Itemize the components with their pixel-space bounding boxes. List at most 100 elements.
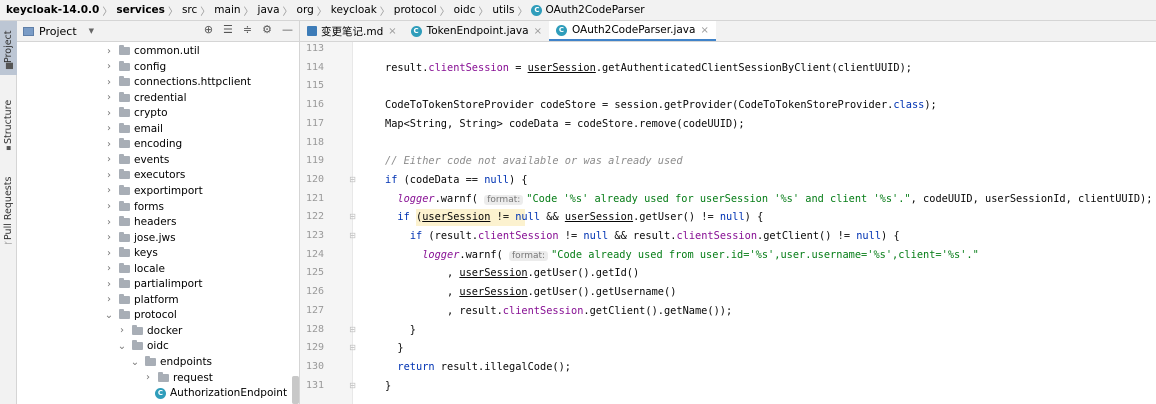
chevron-right-icon[interactable]: › [104, 46, 114, 57]
tree-item[interactable]: › request [17, 370, 213, 386]
tree-item-label: oidc [147, 340, 169, 353]
chevron-down-icon[interactable]: ⌄ [104, 310, 114, 321]
side-tab-structure[interactable]: ▪ Structure [0, 85, 17, 159]
chevron-right-icon[interactable]: › [104, 232, 114, 243]
tree-item[interactable]: › connections.httpclient [17, 74, 251, 90]
tree-item[interactable]: › jose.jws [17, 230, 176, 246]
chevron-right-icon[interactable]: › [143, 372, 153, 383]
close-icon[interactable]: × [700, 25, 708, 36]
structure-icon: ▪ [4, 144, 13, 153]
chevron-right-icon[interactable]: › [104, 217, 114, 228]
close-icon[interactable]: × [534, 26, 542, 37]
chevron-right-icon[interactable]: › [104, 77, 114, 88]
close-icon[interactable]: × [388, 26, 396, 37]
tree-scrollbar[interactable] [292, 376, 299, 404]
tree-item[interactable]: › keys [17, 245, 158, 261]
tree-item[interactable]: › locale [17, 261, 165, 277]
side-tab-structure-label: Structure [3, 99, 14, 144]
chevron-right-icon[interactable]: › [104, 201, 114, 212]
breadcrumb-item[interactable]: utils [492, 4, 514, 16]
breadcrumb-item[interactable]: src [182, 4, 197, 16]
tree-item[interactable]: › events [17, 152, 169, 168]
locate-icon[interactable]: ⊕ [204, 23, 213, 36]
tree-item[interactable]: C AuthorizationEndpoint [17, 385, 287, 401]
line-number: 121 [305, 192, 324, 204]
breadcrumb-item[interactable]: java [258, 4, 280, 16]
collapse-all-icon[interactable]: ≑ [243, 23, 252, 36]
tree-item[interactable]: › email [17, 121, 163, 137]
chevron-right-icon[interactable]: › [117, 325, 127, 336]
fold-marker-icon[interactable]: ⊟ [348, 208, 357, 227]
tool-window-header: Project ▼ ⊕ ☰ ≑ ⚙ — [17, 21, 299, 42]
chevron-right-icon[interactable]: › [104, 248, 114, 259]
tree-item[interactable]: › partialimport [17, 276, 202, 292]
tree-item[interactable]: ⌄ protocol [17, 307, 177, 323]
editor-tab-label: TokenEndpoint.java [426, 25, 529, 37]
fold-marker-icon[interactable]: ⊟ [348, 171, 357, 190]
tree-item[interactable]: › platform [17, 292, 179, 308]
breadcrumb-separator-icon: 〉 [517, 6, 528, 18]
breadcrumb-label: keycloak-14.0.0 [6, 4, 100, 16]
side-tab-project[interactable]: ▆ Project [0, 21, 17, 75]
tree-item[interactable]: › credential [17, 90, 187, 106]
breadcrumb-item[interactable]: services [116, 4, 165, 16]
side-tab-pull-requests[interactable]: ᚴ Pull Requests [0, 161, 17, 251]
expand-all-icon[interactable]: ☰ [223, 23, 233, 36]
hide-icon[interactable]: — [282, 23, 293, 36]
breadcrumb-label: oidc [453, 4, 476, 16]
chevron-right-icon[interactable]: › [104, 123, 114, 134]
fold-marker-icon[interactable]: ⊟ [348, 377, 357, 396]
breadcrumb-label: services [116, 4, 165, 16]
chevron-right-icon[interactable]: › [104, 61, 114, 72]
chevron-right-icon[interactable]: › [104, 92, 114, 103]
tree-item[interactable]: ⌄ endpoints [17, 354, 212, 370]
editor-tab[interactable]: C OAuth2CodeParser.java × [548, 21, 716, 41]
folder-icon [119, 76, 130, 87]
breadcrumb-item[interactable]: keycloak-14.0.0 [6, 4, 99, 16]
breadcrumb-item[interactable]: org [297, 4, 314, 16]
tree-item-label: jose.jws [134, 231, 176, 244]
side-tab-pull-requests-label: Pull Requests [3, 176, 14, 241]
project-view-selector[interactable]: Project ▼ [23, 25, 94, 38]
tree-item[interactable]: › docker [17, 323, 182, 339]
fold-marker-icon[interactable]: ⊟ [348, 227, 357, 246]
tree-item[interactable]: ⌄ oidc [17, 338, 169, 354]
tree-item[interactable]: › encoding [17, 136, 182, 152]
chevron-right-icon[interactable]: › [104, 139, 114, 150]
chevron-right-icon[interactable]: › [104, 170, 114, 181]
line-number: 122 [305, 211, 324, 223]
tree-item[interactable]: › common.util [17, 43, 200, 59]
chevron-right-icon[interactable]: › [104, 279, 114, 290]
tree-item[interactable]: › crypto [17, 105, 168, 121]
folder-icon [119, 216, 130, 227]
editor-tab[interactable]: 变更笔记.md × [300, 21, 404, 41]
chevron-down-icon[interactable]: ⌄ [117, 341, 127, 352]
editor-tab[interactable]: C TokenEndpoint.java × [404, 21, 549, 41]
breadcrumb-item[interactable]: C OAuth2CodeParser [531, 4, 645, 16]
line-number: 129 [305, 342, 324, 354]
tree-item[interactable]: › executors [17, 167, 185, 183]
breadcrumb-label: OAuth2CodeParser [545, 4, 645, 16]
breadcrumb-item[interactable]: protocol [394, 4, 437, 16]
breadcrumb-item[interactable]: keycloak [331, 4, 377, 16]
tree-item-label: credential [134, 91, 187, 104]
fold-marker-icon[interactable]: ⊟ [348, 339, 357, 358]
tree-item[interactable]: › exportimport [17, 183, 203, 199]
folder-icon [145, 356, 156, 366]
folder-icon [119, 60, 130, 71]
gear-icon[interactable]: ⚙ [262, 23, 272, 36]
chevron-right-icon[interactable]: › [104, 108, 114, 119]
chevron-down-icon[interactable]: ⌄ [130, 357, 140, 368]
fold-marker-icon[interactable]: ⊟ [348, 321, 357, 340]
tree-item[interactable]: › forms [17, 199, 164, 215]
breadcrumb-item[interactable]: main [214, 4, 240, 16]
class-icon: C [155, 387, 166, 399]
tree-item[interactable]: › headers [17, 214, 176, 230]
chevron-right-icon[interactable]: › [104, 185, 114, 196]
code-editor[interactable]: 113 114 result.clientSession = userSession… [300, 42, 1156, 404]
chevron-right-icon[interactable]: › [104, 294, 114, 305]
chevron-right-icon[interactable]: › [104, 263, 114, 274]
chevron-right-icon[interactable]: › [104, 154, 114, 165]
tree-item[interactable]: › config [17, 59, 166, 75]
breadcrumb-item[interactable]: oidc [454, 4, 476, 16]
